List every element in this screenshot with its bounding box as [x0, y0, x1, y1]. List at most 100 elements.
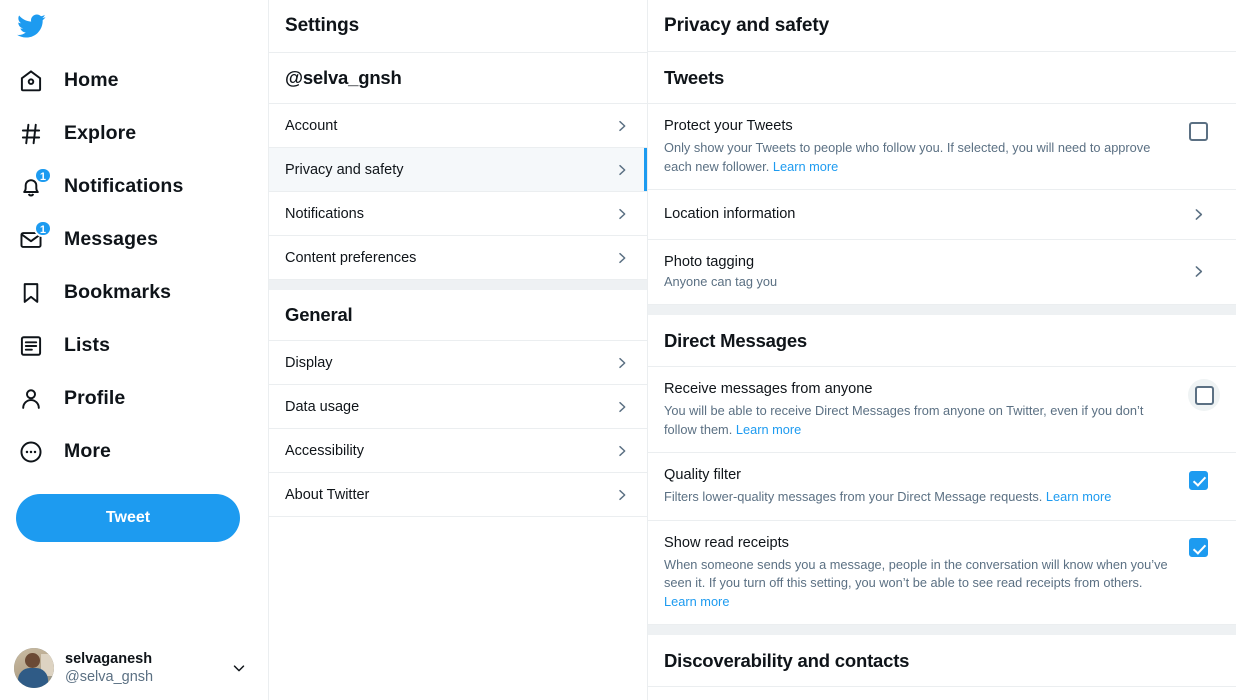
bookmark-icon: [16, 278, 46, 308]
setting-description: When someone sends you a message, people…: [664, 556, 1168, 612]
sidebar-item-bookmarks[interactable]: Bookmarks: [8, 266, 189, 319]
settings-header: Settings: [269, 0, 647, 53]
sidebar-item-more[interactable]: More: [8, 425, 129, 478]
sidebar-item-label: Messages: [64, 228, 159, 250]
settings-item-privacy-and-safety[interactable]: Privacy and safety: [269, 148, 647, 192]
setting-text: Protect your Tweets Only show your Tweet…: [664, 116, 1168, 176]
settings-item-label: Display: [285, 354, 333, 371]
setting-receive-messages-from-anyone[interactable]: Receive messages from anyone You will be…: [648, 367, 1236, 453]
setting-title: Location information: [664, 206, 796, 222]
section-header-discoverability: Discoverability and contacts: [648, 635, 1236, 687]
detail-title: Privacy and safety: [664, 14, 830, 36]
notification-badge: 1: [33, 166, 52, 184]
left-navigation: Home Explore 1 Notifications 1 Messages …: [0, 0, 268, 700]
settings-column: Settings @selva_gnsh Account Privacy and…: [268, 0, 648, 700]
account-display-name: selvaganesh: [65, 651, 153, 667]
setting-description: Only show your Tweets to people who foll…: [664, 139, 1168, 176]
message-badge: 1: [33, 219, 52, 237]
setting-text: Photo tagging Anyone can tag you: [664, 252, 1168, 291]
settings-item-display[interactable]: Display: [269, 341, 647, 385]
bell-icon: 1: [16, 166, 52, 202]
sidebar-item-label: Profile: [64, 387, 126, 409]
setting-description-text: Filters lower-quality messages from your…: [664, 489, 1046, 504]
receive-messages-checkbox-wrap: [1188, 379, 1220, 411]
chevron-right-icon: [613, 117, 631, 135]
privacy-detail-panel: Privacy and safety Tweets Protect your T…: [648, 0, 1236, 700]
sidebar-item-label: Explore: [64, 122, 137, 144]
twitter-bird-icon: [16, 11, 46, 41]
hashtag-icon: [16, 119, 46, 149]
quality-filter-checkbox[interactable]: [1188, 470, 1208, 490]
setting-quality-filter[interactable]: Quality filter Filters lower-quality mes…: [648, 453, 1236, 521]
twitter-logo[interactable]: [8, 0, 268, 52]
sidebar-item-explore[interactable]: Explore: [8, 107, 154, 160]
learn-more-link[interactable]: Learn more: [773, 159, 838, 174]
read-receipts-checkbox-wrap: [1176, 533, 1220, 563]
settings-item-accessibility[interactable]: Accessibility: [269, 429, 647, 473]
sidebar-item-home[interactable]: Home: [8, 54, 137, 107]
setting-description: You will be able to receive Direct Messa…: [664, 402, 1174, 439]
receive-messages-checkbox[interactable]: [1194, 385, 1214, 405]
section-header-direct-messages: Direct Messages: [648, 315, 1236, 367]
learn-more-link[interactable]: Learn more: [664, 594, 729, 609]
section-divider: [648, 625, 1236, 635]
sidebar-item-messages[interactable]: 1 Messages: [8, 213, 176, 266]
account-switcher[interactable]: selvaganesh @selva_gnsh: [8, 642, 256, 694]
setting-description-text: When someone sends you a message, people…: [664, 556, 1168, 591]
sidebar-item-profile[interactable]: Profile: [8, 372, 143, 425]
more-circle-icon: [16, 437, 46, 467]
section-heading: Tweets: [664, 66, 725, 88]
quality-filter-checkbox-wrap: [1176, 465, 1220, 495]
account-text: selvaganesh @selva_gnsh: [65, 650, 228, 686]
chevron-right-icon: [613, 161, 631, 179]
setting-title: Protect your Tweets: [664, 118, 793, 134]
protect-tweets-checkbox[interactable]: [1188, 121, 1208, 141]
setting-description-text: Only show your Tweets to people who foll…: [664, 140, 1151, 174]
chevron-right-icon: [1176, 260, 1220, 284]
section-heading: Direct Messages: [664, 329, 808, 351]
setting-text: Receive messages from anyone You will be…: [664, 379, 1174, 439]
home-icon: [16, 66, 46, 96]
chevron-right-icon: [613, 398, 631, 416]
learn-more-link[interactable]: Learn more: [736, 422, 801, 437]
setting-title: Quality filter: [664, 467, 742, 483]
nav-item-list: Home Explore 1 Notifications 1 Messages …: [8, 54, 268, 478]
learn-more-link[interactable]: Learn more: [1046, 489, 1111, 504]
settings-account-header: @selva_gnsh: [269, 53, 647, 104]
section-header-tweets: Tweets: [648, 52, 1236, 104]
settings-item-label: Privacy and safety: [285, 161, 404, 178]
read-receipts-checkbox[interactable]: [1188, 538, 1208, 557]
protect-tweets-checkbox-wrap: [1176, 116, 1220, 146]
setting-photo-tagging[interactable]: Photo tagging Anyone can tag you: [648, 240, 1236, 305]
settings-item-label: Accessibility: [285, 442, 364, 459]
sidebar-item-label: More: [64, 440, 111, 462]
sidebar-item-label: Notifications: [64, 175, 184, 197]
sidebar-item-notifications[interactable]: 1 Notifications: [8, 160, 201, 213]
setting-text: Location information: [664, 204, 1168, 224]
setting-subtitle: Anyone can tag you: [664, 274, 778, 289]
sidebar-item-lists[interactable]: Lists: [8, 319, 128, 372]
chevron-right-icon: [1176, 202, 1220, 226]
tweet-button[interactable]: Tweet: [16, 494, 240, 542]
chevron-down-icon[interactable]: [228, 659, 250, 677]
setting-protect-your-tweets[interactable]: Protect your Tweets Only show your Tweet…: [648, 104, 1236, 190]
settings-item-account[interactable]: Account: [269, 104, 647, 148]
twitter-app: Home Explore 1 Notifications 1 Messages …: [0, 0, 1236, 700]
settings-item-content-preferences[interactable]: Content preferences: [269, 236, 647, 280]
settings-item-label: About Twitter: [285, 486, 370, 503]
account-handle: @selva_gnsh: [65, 669, 154, 685]
detail-header: Privacy and safety: [648, 0, 1236, 52]
setting-show-read-receipts[interactable]: Show read receipts When someone sends yo…: [648, 520, 1236, 625]
settings-item-about-twitter[interactable]: About Twitter: [269, 473, 647, 517]
settings-account-handle: @selva_gnsh: [285, 67, 402, 88]
chevron-right-icon: [613, 442, 631, 460]
general-section-header: General: [269, 290, 647, 341]
general-heading: General: [285, 304, 353, 325]
settings-item-notifications[interactable]: Notifications: [269, 192, 647, 236]
envelope-icon: 1: [16, 219, 52, 255]
chevron-right-icon: [613, 249, 631, 267]
setting-title: Photo tagging: [664, 254, 755, 270]
settings-item-data-usage[interactable]: Data usage: [269, 385, 647, 429]
setting-discoverability-and-contacts[interactable]: Discoverability and contacts: [648, 687, 1236, 700]
setting-location-information[interactable]: Location information: [648, 190, 1236, 240]
